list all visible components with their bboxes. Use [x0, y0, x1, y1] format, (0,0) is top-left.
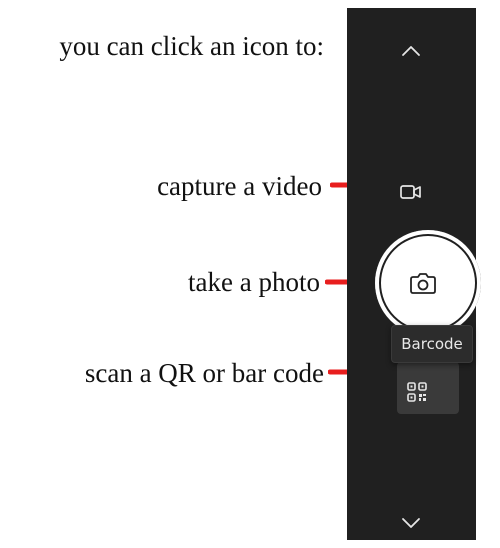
tutorial-screenshot: you can click an icon to: capture a vide…	[0, 0, 500, 548]
chevron-down-icon[interactable]	[400, 516, 422, 530]
video-camera-icon[interactable]	[399, 181, 423, 203]
take-photo-button[interactable]	[375, 230, 481, 336]
camera-icon	[410, 273, 436, 294]
scan-label: scan a QR or bar code	[84, 358, 324, 388]
barcode-tooltip: Barcode	[391, 325, 473, 363]
chevron-up-icon[interactable]	[400, 44, 422, 58]
intro-text: you can click an icon to:	[59, 31, 324, 61]
video-label: capture a video	[157, 171, 322, 201]
camera-mode-panel: Barcode	[347, 8, 481, 540]
barcode-mode-button[interactable]	[397, 362, 459, 414]
qr-code-icon	[407, 382, 427, 402]
photo-label: take a photo	[188, 267, 320, 297]
